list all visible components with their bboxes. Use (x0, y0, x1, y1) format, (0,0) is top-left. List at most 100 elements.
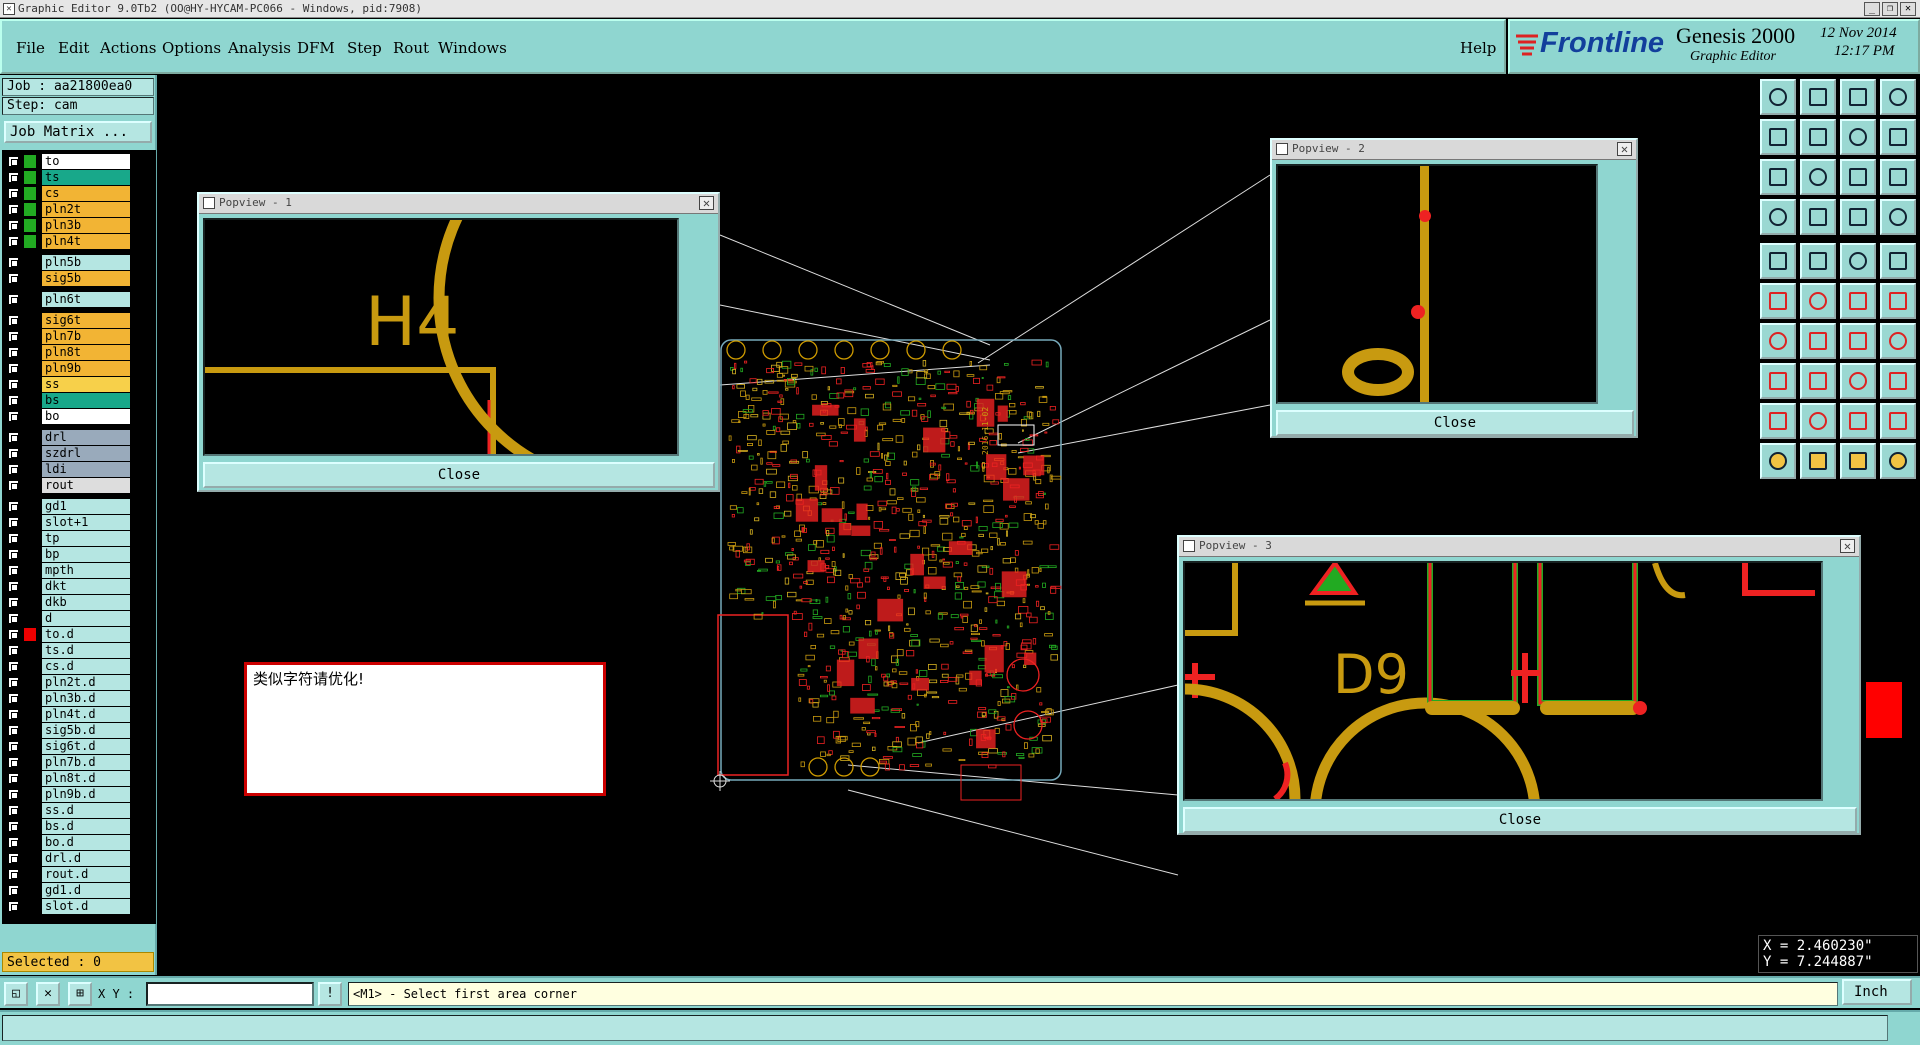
layer-name[interactable]: bs.d (42, 819, 130, 834)
tool-snap-button[interactable] (1880, 443, 1916, 479)
layer-row[interactable]: tp (8, 531, 130, 546)
layer-row[interactable]: pln4t.d (8, 707, 130, 722)
tool-peak-button[interactable] (1880, 403, 1916, 439)
layer-name[interactable]: mpth (42, 563, 130, 578)
tool-move-button[interactable] (1800, 443, 1836, 479)
layer-checkbox[interactable] (8, 379, 19, 390)
layer-name[interactable]: pln7b.d (42, 755, 130, 770)
layer-name[interactable]: sig5b (42, 271, 130, 286)
layer-row[interactable]: bp (8, 547, 130, 562)
layer-row[interactable]: sig6t (8, 313, 130, 328)
tool-edit-button[interactable] (1840, 443, 1876, 479)
layer-name[interactable]: ts (42, 170, 130, 185)
tool-network-button[interactable] (1880, 199, 1916, 235)
tool-dot-button[interactable] (1880, 243, 1916, 279)
layer-row[interactable]: pln3b (8, 218, 130, 233)
layer-row[interactable]: sig5b.d (8, 723, 130, 738)
layer-row[interactable]: sig6t.d (8, 739, 130, 754)
tool-rotate-button[interactable] (1840, 323, 1876, 359)
tool-stack-button[interactable] (1880, 363, 1916, 399)
layer-checkbox[interactable] (8, 565, 19, 576)
layer-name[interactable]: pln2t (42, 202, 130, 217)
layer-row[interactable]: d (8, 611, 130, 626)
popview-1-canvas[interactable]: H4 (203, 218, 679, 456)
tool-save-button[interactable] (1800, 79, 1836, 115)
layer-row[interactable]: bs (8, 393, 130, 408)
job-matrix-button[interactable]: Job Matrix ... (4, 121, 152, 143)
layer-name[interactable]: pln9b (42, 361, 130, 376)
menu-options[interactable]: Options (162, 39, 221, 57)
tool-flip-button[interactable] (1880, 323, 1916, 359)
layer-name[interactable]: gd1.d (42, 883, 130, 898)
tool-node-button[interactable] (1760, 283, 1796, 319)
layer-checkbox[interactable] (8, 204, 19, 215)
tool-cross-button[interactable] (1800, 283, 1836, 319)
layer-checkbox[interactable] (8, 773, 19, 784)
layer-name[interactable]: ss.d (42, 803, 130, 818)
tool-layout-button[interactable] (1880, 79, 1916, 115)
layer-name[interactable]: rout (42, 478, 130, 493)
layer-checkbox[interactable] (8, 613, 19, 624)
layer-checkbox[interactable] (8, 411, 19, 422)
layer-row[interactable]: rout (8, 478, 130, 493)
layer-name[interactable]: pln8t.d (42, 771, 130, 786)
layer-checkbox[interactable] (8, 464, 19, 475)
layer-name[interactable]: bp (42, 547, 130, 562)
layer-row[interactable]: pln8t (8, 345, 130, 360)
layer-row[interactable]: pln6t (8, 292, 130, 307)
tool-angle-button[interactable] (1760, 323, 1796, 359)
layer-checkbox[interactable] (8, 517, 19, 528)
layer-name[interactable]: cs (42, 186, 130, 201)
tool-connect-button[interactable] (1840, 199, 1876, 235)
layer-checkbox[interactable] (8, 501, 19, 512)
layer-checkbox[interactable] (8, 273, 19, 284)
layer-checkbox[interactable] (8, 821, 19, 832)
layer-row[interactable]: pln2t (8, 202, 130, 217)
layer-name[interactable]: pln9b.d (42, 787, 130, 802)
layer-name[interactable]: drl.d (42, 851, 130, 866)
menu-step[interactable]: Step (347, 39, 382, 57)
layer-row[interactable]: drl (8, 430, 130, 445)
layer-checkbox[interactable] (8, 677, 19, 688)
layer-row[interactable]: pln9b.d (8, 787, 130, 802)
unit-selector[interactable]: Inch (1842, 979, 1912, 1005)
layer-name[interactable]: pln8t (42, 345, 130, 360)
layer-row[interactable]: ts (8, 170, 130, 185)
menu-edit[interactable]: Edit (58, 39, 89, 57)
layer-checkbox[interactable] (8, 315, 19, 326)
layer-name[interactable]: slot+1 (42, 515, 130, 530)
layer-row[interactable]: drl.d (8, 851, 130, 866)
layer-row[interactable]: ss.d (8, 803, 130, 818)
layer-checkbox[interactable] (8, 661, 19, 672)
layer-name[interactable]: pln4t (42, 234, 130, 249)
layer-row[interactable]: ss (8, 377, 130, 392)
layer-row[interactable]: dkb (8, 595, 130, 610)
layer-checkbox[interactable] (8, 725, 19, 736)
layer-checkbox[interactable] (8, 220, 19, 231)
layer-row[interactable]: gd1 (8, 499, 130, 514)
tool-strip-button[interactable] (1840, 243, 1876, 279)
layer-checkbox[interactable] (8, 741, 19, 752)
layer-row[interactable]: pln4t (8, 234, 130, 249)
minimize-button[interactable]: _ (1864, 2, 1880, 16)
layer-checkbox[interactable] (8, 448, 19, 459)
layer-name[interactable]: bs (42, 393, 130, 408)
layer-name[interactable]: pln5b (42, 255, 130, 270)
tool-minus-button[interactable] (1800, 363, 1836, 399)
maximize-button[interactable]: ❐ (1882, 2, 1898, 16)
popview-3-close-button[interactable]: Close (1183, 807, 1857, 833)
layer-name[interactable]: gd1 (42, 499, 130, 514)
layer-name[interactable]: szdrl (42, 446, 130, 461)
layer-row[interactable]: cs (8, 186, 130, 201)
layer-checkbox[interactable] (8, 853, 19, 864)
layer-checkbox[interactable] (8, 395, 19, 406)
layer-row[interactable]: slot+1 (8, 515, 130, 530)
tool-select-button[interactable] (1760, 363, 1796, 399)
layer-name[interactable]: pln7b (42, 329, 130, 344)
tool-prev-button[interactable] (1760, 119, 1796, 155)
popview-3-canvas[interactable]: D9 (1183, 561, 1823, 801)
tool-grid-button[interactable] (1800, 199, 1836, 235)
menu-help[interactable]: Help (1460, 39, 1496, 57)
layer-name[interactable]: to.d (42, 627, 130, 642)
layer-checkbox[interactable] (8, 172, 19, 183)
